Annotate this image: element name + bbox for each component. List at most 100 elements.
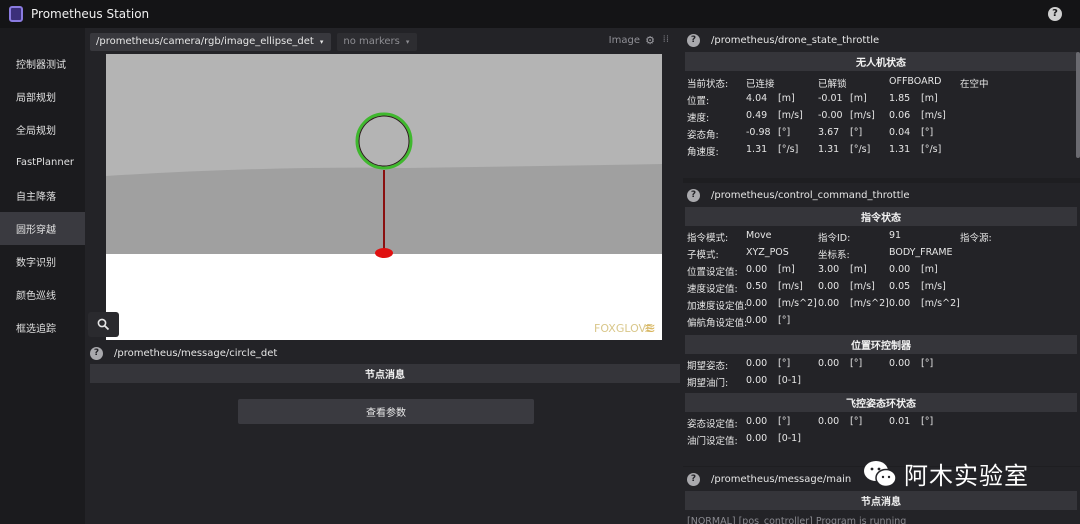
panel-topic: /prometheus/message/circle_det xyxy=(114,347,278,359)
foxglove-mark: ≋ xyxy=(644,321,656,337)
panel-menu-icon[interactable]: ⁞⁞ xyxy=(663,34,669,45)
help-icon[interactable]: ? xyxy=(687,188,700,202)
row-label: 子模式: xyxy=(687,250,719,261)
help-icon[interactable]: ? xyxy=(90,346,103,360)
table-row: 油门设定值: 0.00 [0-1] xyxy=(683,430,1080,447)
sidebar-item[interactable]: 数字识别 xyxy=(0,245,85,278)
row-value: 坐标系: xyxy=(818,250,850,261)
row-label: 期望油门: xyxy=(687,378,729,389)
table-row: 速度: 0.49 [m/s] -0.00 [m/s] 0.06 [m/s] xyxy=(683,107,1080,124)
row-value: OFFBOARD xyxy=(889,76,942,87)
row-value: [m] xyxy=(850,264,867,275)
row-value: -0.01 xyxy=(818,93,843,104)
row-value: Move xyxy=(746,230,772,241)
row-value: [°/s] xyxy=(850,144,871,155)
row-value: [m/s] xyxy=(778,110,803,121)
panel-header: ? /prometheus/control_command_throttle xyxy=(683,183,1080,207)
section-header: 节点消息 xyxy=(685,491,1077,510)
table-row: 位置: 4.04 [m] -0.01 [m] 1.85 [m] xyxy=(683,90,1080,107)
help-icon[interactable]: ? xyxy=(1048,7,1062,21)
topic-select[interactable]: /prometheus/camera/rgb/image_ellipse_det… xyxy=(90,32,332,51)
row-value: [m/s] xyxy=(850,281,875,292)
sidebar-item[interactable]: 圆形穿越 xyxy=(0,212,85,245)
zoom-button[interactable] xyxy=(88,312,119,337)
sidebar-item[interactable]: 颜色巡线 xyxy=(0,278,85,311)
row-value: 0.00 xyxy=(746,358,768,369)
sidebar-item[interactable]: 局部规划 xyxy=(0,80,85,113)
row-value: [m] xyxy=(921,264,938,275)
row-value: 0.00 xyxy=(818,416,840,427)
control-command-panel: ? /prometheus/control_command_throttle 指… xyxy=(683,183,1080,466)
row-value: [m/s] xyxy=(850,110,875,121)
row-value: 0.05 xyxy=(889,281,911,292)
row-value: 在空中 xyxy=(960,79,989,90)
view-params-button[interactable]: 查看参数 xyxy=(238,399,534,424)
row-label: 角速度: xyxy=(687,147,719,158)
row-value: 0.00 xyxy=(746,264,768,275)
panel-topic: /prometheus/message/main xyxy=(711,473,852,485)
row-label: 姿态设定值: xyxy=(687,419,738,430)
row-value: 0.00 xyxy=(818,298,840,309)
row-label: 位置: xyxy=(687,96,710,107)
row-value: 3.67 xyxy=(818,127,840,138)
row-value: [°] xyxy=(778,358,791,369)
row-value: BODY_FRAME xyxy=(889,247,953,258)
table-row: 期望油门: 0.00 [0-1] xyxy=(683,372,1080,389)
help-icon[interactable]: ? xyxy=(687,33,700,47)
target-marker xyxy=(375,248,393,258)
position-controller-table: 期望姿态: 0.00 [°] 0.00 [°] 0.00 [°] 期望油门: 0.00 [0-1] xyxy=(683,354,1080,389)
sidebar-item[interactable]: 自主降落 xyxy=(0,179,85,212)
row-value: [m] xyxy=(921,93,938,104)
row-value: 0.06 xyxy=(889,110,911,121)
app-title: Prometheus Station xyxy=(31,7,150,21)
row-value: 1.31 xyxy=(746,144,768,155)
search-icon xyxy=(97,318,110,331)
markers-select[interactable]: no markers ▾ xyxy=(337,32,418,51)
sidebar: 控制器测试 局部规划 全局规划 FastPlanner 自主降落 圆形穿越 数字识别 颜色巡线… xyxy=(0,28,85,524)
row-value: 指令源: xyxy=(960,233,992,244)
row-value: [0-1] xyxy=(778,433,801,444)
row-label: 速度: xyxy=(687,113,710,124)
table-row: 角速度: 1.31 [°/s] 1.31 [°/s] 1.31 [°/s] xyxy=(683,141,1080,158)
row-value: 4.04 xyxy=(746,93,768,104)
row-value: 0.00 xyxy=(746,433,768,444)
row-value: [°] xyxy=(850,127,863,138)
row-value: 0.00 xyxy=(818,281,840,292)
row-value: 1.31 xyxy=(818,144,840,155)
sidebar-item[interactable]: 框选追踪 xyxy=(0,311,85,344)
chevron-down-icon: ▾ xyxy=(319,37,324,46)
row-value: 指令ID: xyxy=(818,233,851,244)
row-label: 期望姿态: xyxy=(687,361,729,372)
help-icon[interactable]: ? xyxy=(687,472,700,486)
scrollbar[interactable] xyxy=(1076,52,1080,158)
row-value: -0.98 xyxy=(746,127,771,138)
panel-topic: /prometheus/drone_state_throttle xyxy=(711,34,880,46)
row-value: 0.00 xyxy=(818,358,840,369)
sidebar-item[interactable]: 全局规划 xyxy=(0,113,85,146)
row-label: 位置设定值: xyxy=(687,267,738,278)
row-value: 0.00 xyxy=(746,375,768,386)
row-label: 速度设定值: xyxy=(687,284,738,295)
sidebar-item[interactable]: 控制器测试 xyxy=(0,47,85,80)
row-value: [m/s] xyxy=(778,281,803,292)
row-value: [m] xyxy=(850,93,867,104)
table-row: 速度设定值: 0.50 [m/s] 0.00 [m/s] 0.05 [m/s] xyxy=(683,278,1080,295)
row-value: 已连接 xyxy=(746,79,775,90)
row-value: 3.00 xyxy=(818,264,840,275)
row-value: 0.50 xyxy=(746,281,768,292)
row-value: [°] xyxy=(921,416,934,427)
row-value: [°] xyxy=(778,315,791,326)
table-row: 期望姿态: 0.00 [°] 0.00 [°] 0.00 [°] xyxy=(683,355,1080,372)
camera-image[interactable]: FOXGLOVE ≋ xyxy=(106,54,662,340)
row-value: [m/s^2] xyxy=(921,298,960,309)
sidebar-item[interactable]: FastPlanner xyxy=(0,146,85,179)
row-label: 偏航角设定值: xyxy=(687,318,748,329)
row-value: 0.49 xyxy=(746,110,768,121)
watermark-text: 阿木实验室 xyxy=(904,462,1029,490)
row-value: [°] xyxy=(921,127,934,138)
row-value: [m] xyxy=(778,93,795,104)
table-row: 指令模式: Move 指令ID: 91 指令源: xyxy=(683,227,1080,244)
row-value: [m/s^2] xyxy=(778,298,817,309)
gear-icon[interactable]: ⚙ xyxy=(645,34,655,47)
table-row: 子模式: XYZ_POS 坐标系: BODY_FRAME xyxy=(683,244,1080,261)
